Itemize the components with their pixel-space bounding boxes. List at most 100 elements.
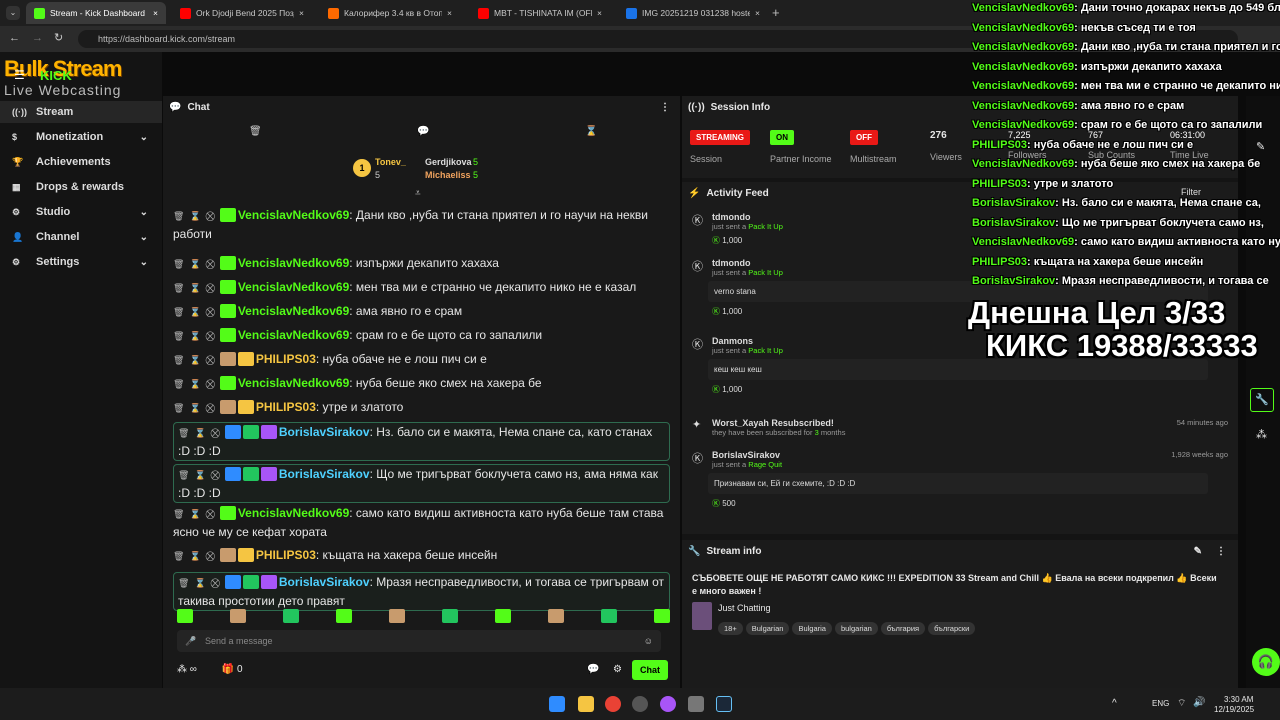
delete-message-icon[interactable]: 🗑 — [173, 303, 184, 321]
activity-item[interactable]: ✦ Worst_Xayah Resubscribed! they have been… — [692, 418, 1228, 437]
stream-tag[interactable]: bulgarian — [834, 622, 878, 635]
tab-close-icon[interactable]: × — [447, 8, 452, 18]
timeout-icon[interactable]: ⌛ — [194, 466, 205, 484]
chat-message[interactable]: 🗑 ⌛ ⛒ BorislavSirakov: Нз. бало си е макята… — [173, 422, 670, 461]
ban-icon[interactable]: ⛒ — [206, 255, 215, 273]
delete-message-icon[interactable]: 🗑 — [173, 279, 184, 297]
browser-tab-3[interactable]: MBT - TISHINATA IM (OFFICIAL × — [470, 2, 610, 24]
volume-icon[interactable]: 🔊 — [1193, 697, 1205, 708]
message-input[interactable]: 🎤 Send a message ☺ — [177, 630, 661, 652]
emote-icon[interactable] — [495, 609, 511, 623]
browser-tab-4[interactable]: IMG 20251219 031238 hosted × — [618, 2, 768, 24]
delete-message-icon[interactable]: 🗑 — [173, 505, 184, 523]
activity-item[interactable]: Ⓚ BorislavSirakov just sent a Rage Quit При… — [692, 450, 1228, 509]
timeout-icon[interactable]: ⌛ — [189, 351, 200, 369]
chat-message[interactable]: 🗑 ⌛ ⛒ VencislavNedkov69: мен тва ми е стран… — [173, 278, 670, 297]
ban-icon[interactable]: ⛒ — [211, 574, 220, 592]
delete-message-icon[interactable]: 🗑 — [173, 327, 184, 345]
back-icon[interactable]: ← — [9, 32, 20, 44]
ban-icon[interactable]: ⛒ — [206, 399, 215, 417]
chat-username[interactable]: PHILIPS03 — [256, 548, 316, 562]
chrome-icon[interactable] — [605, 696, 621, 712]
emote-icon[interactable] — [654, 609, 670, 623]
chat-username[interactable]: VencislavNedkov69 — [238, 256, 349, 270]
sidebar-item-stream[interactable]: ((·)) Stream — [0, 101, 162, 123]
ban-icon[interactable]: ⛒ — [206, 505, 215, 523]
chat-username[interactable]: PHILIPS03 — [256, 352, 316, 366]
chat-message[interactable]: 🗑 ⌛ ⛒ PHILIPS03: утре и златото — [173, 398, 670, 417]
tab-close-icon[interactable]: × — [755, 8, 760, 18]
timeout-icon[interactable]: ⌛ — [189, 327, 200, 345]
language-indicator[interactable]: ENG — [1152, 699, 1169, 708]
ban-icon[interactable]: ⛒ — [211, 466, 220, 484]
sidebar-item-drops[interactable]: ▦ Drops & rewards — [0, 176, 162, 198]
edit-icon[interactable]: ✎ — [1194, 546, 1202, 557]
emote-icon[interactable] — [283, 609, 299, 623]
gear-icon[interactable]: ⚙ — [613, 664, 622, 675]
emote-icon[interactable] — [336, 609, 352, 623]
steam-icon[interactable] — [716, 696, 732, 712]
stream-tag[interactable]: Bulgaria — [792, 622, 832, 635]
trash-icon[interactable]: 🗑 — [249, 126, 262, 137]
share-icon[interactable]: ⁂ — [1256, 428, 1267, 441]
timeout-icon[interactable]: ⌛ — [194, 424, 205, 442]
chat-settings-icon[interactable]: 💬 — [587, 664, 599, 675]
mic-icon[interactable]: 🎤 — [185, 630, 196, 652]
sidebar-item-settings[interactable]: ⚙ Settings ⌄ — [0, 251, 162, 273]
scroll-down-icon[interactable]: ⩡ — [415, 188, 421, 199]
chat-mode-icon[interactable]: 💬 — [417, 126, 429, 137]
ban-icon[interactable]: ⛒ — [206, 351, 215, 369]
menu-icon[interactable]: ☰ — [14, 68, 25, 82]
stream-more-icon[interactable]: ⋮ — [1216, 546, 1226, 557]
emoji-icon[interactable]: ☺ — [644, 630, 653, 652]
wrench-tool-icon[interactable]: 🔧 — [1250, 388, 1274, 412]
chat-message[interactable]: 🗑 ⌛ ⛒ VencislavNedkov69: Дани кво ,нуба ти … — [173, 206, 670, 243]
chat-message[interactable]: 🗑 ⌛ ⛒ VencislavNedkov69: само като видиш ак… — [173, 504, 670, 541]
wifi-icon[interactable]: ⌔ — [1177, 697, 1186, 710]
delete-message-icon[interactable]: 🗑 — [178, 466, 189, 484]
timeout-icon[interactable]: ⌛ — [189, 303, 200, 321]
chat-username[interactable]: BorislavSirakov — [279, 575, 370, 589]
ban-icon[interactable]: ⛒ — [206, 375, 215, 393]
emote-icon[interactable] — [230, 609, 246, 623]
timeout-icon[interactable]: ⌛ — [189, 279, 200, 297]
pencil-icon[interactable]: ✎ — [1256, 140, 1265, 153]
chat-message[interactable]: 🗑 ⌛ ⛒ VencislavNedkov69: изпържи декапито х… — [173, 254, 670, 273]
delete-message-icon[interactable]: 🗑 — [173, 207, 184, 225]
chat-message[interactable]: 🗑 ⌛ ⛒ VencislavNedkov69: ама явно го е срам — [173, 302, 670, 321]
chat-username[interactable]: VencislavNedkov69 — [238, 280, 349, 294]
sidebar-item-achievements[interactable]: 🏆 Achievements — [0, 151, 162, 173]
forward-icon[interactable]: → — [32, 32, 43, 44]
chat-message[interactable]: 🗑 ⌛ ⛒ BorislavSirakov: Що ме тригърват бокл… — [173, 464, 670, 503]
browser-tab-1[interactable]: Ork Djodji Bend 2025 Поздрав × — [172, 2, 312, 24]
chat-username[interactable]: VencislavNedkov69 — [238, 304, 349, 318]
browser-tab-2[interactable]: Калорифер 3.4 кв в Отоплите... × — [320, 2, 460, 24]
timeout-icon[interactable]: ⌛ — [189, 399, 200, 417]
tray-chevron-icon[interactable]: ^ — [1112, 698, 1117, 709]
tab-close-icon[interactable]: × — [153, 8, 158, 18]
timeout-icon[interactable]: ⌛ — [194, 574, 205, 592]
timeout-icon[interactable]: ⌛ — [189, 547, 200, 565]
chat-message[interactable]: 🗑 ⌛ ⛒ BorislavSirakov: Мразя несправедливос… — [173, 572, 670, 611]
browser-tab-0[interactable]: Stream - Kick Dashboard × — [26, 2, 166, 24]
sidebar-item-channel[interactable]: 👤 Channel ⌄ — [0, 226, 162, 248]
obs-icon[interactable] — [632, 696, 648, 712]
filter-label[interactable]: Filter — [1181, 187, 1201, 197]
ban-icon[interactable]: ⛒ — [206, 303, 215, 321]
chat-username[interactable]: BorislavSirakov — [279, 467, 370, 481]
delete-message-icon[interactable]: 🗑 — [173, 255, 184, 273]
chat-username[interactable]: VencislavNedkov69 — [238, 208, 349, 222]
chat-message[interactable]: 🗑 ⌛ ⛒ PHILIPS03: нуба обаче не е лош пич си… — [173, 350, 670, 369]
chat-more-icon[interactable]: ⋮ — [660, 102, 670, 113]
delete-message-icon[interactable]: 🗑 — [173, 351, 184, 369]
ban-icon[interactable]: ⛒ — [206, 547, 215, 565]
timeout-icon[interactable]: ⌛ — [189, 255, 200, 273]
chat-message[interactable]: 🗑 ⌛ ⛒ PHILIPS03: къщата на хакера беше инсе… — [173, 546, 670, 565]
chat-message[interactable]: 🗑 ⌛ ⛒ VencislavNedkov69: срам го е бе щото … — [173, 326, 670, 345]
stream-tag[interactable]: българия — [880, 622, 926, 635]
stream-tag[interactable]: 18+ — [718, 622, 743, 635]
timeout-icon[interactable]: ⌛ — [189, 505, 200, 523]
tab-close-icon[interactable]: × — [299, 8, 304, 18]
emote-icon[interactable] — [177, 609, 193, 623]
ban-icon[interactable]: ⛒ — [206, 279, 215, 297]
